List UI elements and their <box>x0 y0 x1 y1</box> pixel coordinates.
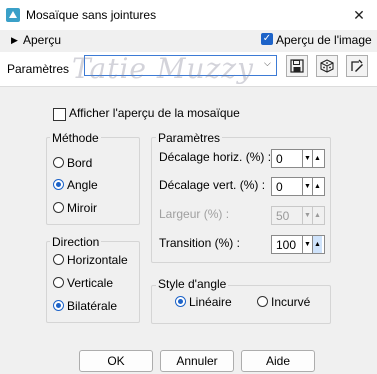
check-icon: ✓ <box>262 33 272 44</box>
params-legend: Paramètres <box>156 131 223 145</box>
decrement-arrow-icon[interactable]: ▼ <box>302 178 312 195</box>
horizontal-offset-label: Décalage horiz. (%) : <box>159 150 272 164</box>
corner-option-lineaire[interactable]: Linéaire <box>174 295 244 311</box>
method-option-angle[interactable]: Angle <box>52 178 142 194</box>
decrement-arrow-icon[interactable]: ▼ <box>302 236 312 253</box>
direction-option-horizontale[interactable]: Horizontale <box>52 253 142 269</box>
direction-legend: Direction <box>50 235 102 249</box>
radio-button[interactable] <box>257 296 268 307</box>
radio-label: Miroir <box>67 201 97 215</box>
help-button[interactable]: Aide <box>241 350 315 372</box>
preview-toggle-label[interactable]: Aperçu <box>23 33 61 47</box>
radio-button[interactable] <box>53 254 64 265</box>
spin-value[interactable]: 0 <box>276 180 283 194</box>
radio-label: Bilatérale <box>67 299 118 313</box>
close-button[interactable]: ✕ <box>345 3 373 27</box>
radio-button[interactable] <box>53 157 64 168</box>
increment-arrow-icon[interactable]: ▲ <box>312 178 322 195</box>
randomize-button[interactable] <box>316 55 338 77</box>
watermark-text: Tatie Muzzy <box>72 52 254 85</box>
cancel-button[interactable]: Annuler <box>160 350 234 372</box>
decrement-arrow-icon: ▼ <box>302 207 312 224</box>
window-title: Mosaïque sans jointures <box>26 8 157 22</box>
spin-value[interactable]: 0 <box>276 152 283 166</box>
expand-arrow-icon[interactable]: ▶ <box>11 35 18 46</box>
radio-label: Incurvé <box>271 295 311 309</box>
edit-options-icon <box>351 59 363 72</box>
radio-button-selected[interactable] <box>53 179 64 190</box>
vertical-offset-spinbox[interactable]: 0 ▼ ▲ <box>271 177 325 196</box>
width-spinbox: 50 ▼ ▲ <box>271 206 325 225</box>
vertical-offset-label: Décalage vert. (%) : <box>159 178 266 192</box>
show-mosaic-preview-checkbox[interactable] <box>53 108 66 121</box>
horizontal-offset-spinbox[interactable]: 0 ▼ ▲ <box>271 149 325 168</box>
radio-label: Horizontale <box>67 253 128 267</box>
image-preview-checkbox[interactable]: ✓ <box>261 33 273 45</box>
method-legend: Méthode <box>50 131 101 145</box>
save-icon <box>290 59 304 73</box>
close-icon: ✕ <box>353 6 365 23</box>
direction-option-verticale[interactable]: Verticale <box>52 276 142 292</box>
app-icon <box>6 8 20 22</box>
radio-button[interactable] <box>53 202 64 213</box>
show-mosaic-preview-label: Afficher l'aperçu de la mosaïque <box>69 106 240 120</box>
save-preset-button[interactable] <box>286 55 308 77</box>
width-label: Largeur (%) : <box>159 207 230 221</box>
increment-arrow-icon[interactable]: ▲ <box>312 150 322 167</box>
chevron-down-icon[interactable]: ⌵ <box>264 58 271 69</box>
direction-option-bilaterale[interactable]: Bilatérale <box>52 299 142 315</box>
spin-value[interactable]: 100 <box>276 238 296 252</box>
presets-label: Paramètres <box>7 62 70 76</box>
dice-icon <box>320 59 334 73</box>
radio-label: Linéaire <box>189 295 232 309</box>
image-preview-label: Aperçu de l'image <box>276 33 372 47</box>
transition-spinbox[interactable]: 100 ▼ ▲ <box>271 235 325 254</box>
radio-button-selected[interactable] <box>175 296 186 307</box>
increment-arrow-icon[interactable]: ▲ <box>312 236 322 253</box>
radio-label: Verticale <box>67 276 114 290</box>
corner-style-legend: Style d'angle <box>156 277 229 291</box>
spin-value: 50 <box>276 209 290 223</box>
radio-button-selected[interactable] <box>53 300 64 311</box>
increment-arrow-icon: ▲ <box>312 207 322 224</box>
decrement-arrow-icon[interactable]: ▼ <box>302 150 312 167</box>
radio-label: Bord <box>67 156 93 170</box>
method-option-bord[interactable]: Bord <box>52 156 142 172</box>
ok-button[interactable]: OK <box>79 350 153 372</box>
edit-options-button[interactable] <box>346 55 368 77</box>
corner-option-incurve[interactable]: Incurvé <box>256 295 326 311</box>
transition-label: Transition (%) : <box>159 236 240 250</box>
method-option-miroir[interactable]: Miroir <box>52 201 142 217</box>
radio-button[interactable] <box>53 277 64 288</box>
radio-label: Angle <box>67 178 98 192</box>
